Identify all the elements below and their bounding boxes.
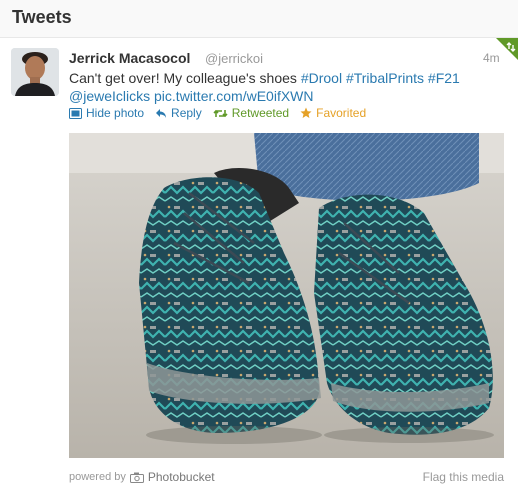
favorited-label: Favorited [316, 106, 367, 120]
retweet-icon [213, 108, 228, 119]
reply-button[interactable]: Reply [155, 106, 202, 120]
hashtag-link[interactable]: #Drool [301, 70, 342, 86]
stream-header: Tweets [0, 0, 518, 38]
hide-photo-label: Hide photo [86, 106, 145, 120]
powered-by: powered by Photobucket [69, 470, 215, 484]
flag-media-link[interactable]: Flag this media [423, 470, 504, 484]
hide-photo-button[interactable]: Hide photo [69, 106, 144, 120]
photo-shoes [69, 133, 504, 458]
retweeted-button[interactable]: Retweeted [213, 106, 289, 120]
tweet[interactable]: Jerrick Macasocol @jerrickoi 4m Can't ge… [0, 38, 518, 488]
photobucket-link[interactable]: Photobucket [148, 470, 215, 484]
reply-label: Reply [171, 106, 202, 120]
media-footer: powered by Photobucket Flag this media [69, 468, 504, 484]
star-icon [300, 107, 312, 119]
header-title: Tweets [12, 7, 72, 27]
tweet-author-username[interactable]: @jerrickoi [205, 51, 263, 66]
tweet-text-plain: Can't get over! My colleague's shoes [69, 70, 297, 86]
photo-icon [69, 107, 82, 119]
avatar-photo [11, 48, 59, 96]
tweet-media-photo[interactable] [69, 133, 504, 458]
favorited-button[interactable]: Favorited [300, 106, 366, 120]
tweet-author-name[interactable]: Jerrick Macasocol [69, 50, 190, 66]
tweet-text: Can't get over! My colleague's shoes #Dr… [69, 69, 509, 105]
powered-by-label: powered by [69, 471, 126, 483]
retweeted-label: Retweeted [231, 106, 290, 120]
camera-icon [129, 472, 144, 483]
retweet-corner-badge [496, 38, 518, 60]
media-url-link[interactable]: pic.twitter.com/wE0ifXWN [154, 88, 313, 104]
reply-icon [155, 108, 167, 119]
avatar[interactable] [11, 48, 59, 96]
tweet-actions: Hide photo Reply Retweeted Favorited [69, 105, 377, 121]
mention-link[interactable]: @jeweIclicks [69, 88, 150, 104]
hashtag-link[interactable]: #TribalPrints [346, 70, 424, 86]
hashtag-link[interactable]: #F21 [428, 70, 460, 86]
